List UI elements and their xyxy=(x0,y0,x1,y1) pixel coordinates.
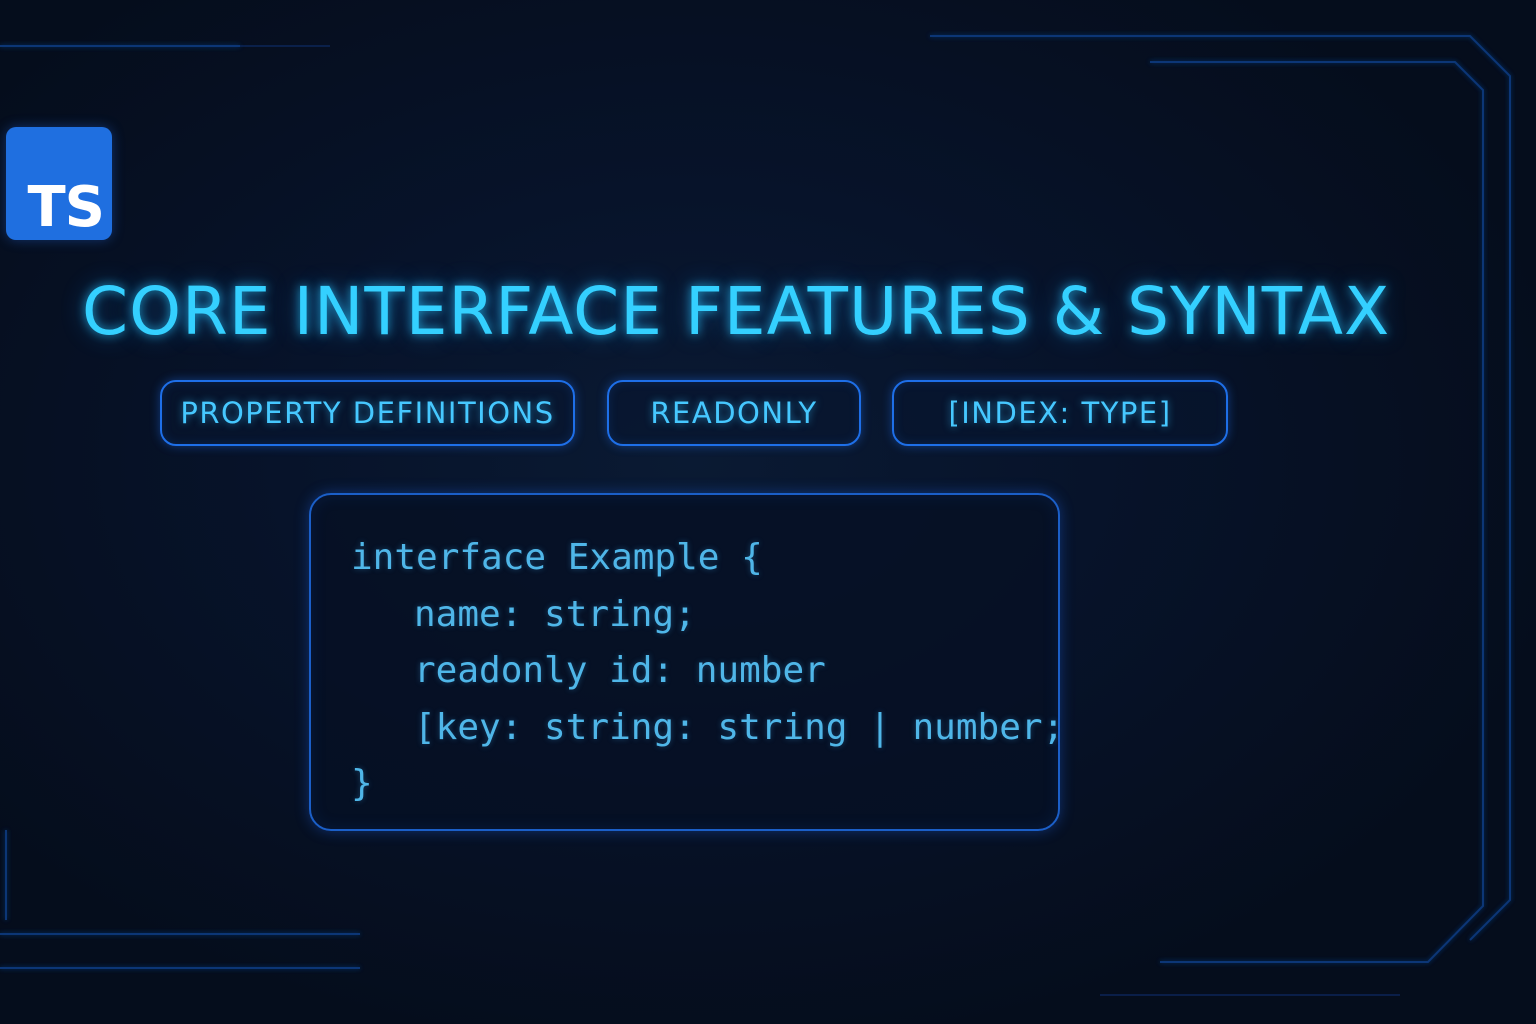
code-line: name: string; xyxy=(414,594,696,635)
code-line: interface Example { xyxy=(351,537,763,578)
slide: TS CORE INTERFACE FEATURES & SYNTAX PROP… xyxy=(0,0,1536,1024)
chip-readonly: READONLY xyxy=(607,380,861,446)
chip-property-definitions: PROPERTY DEFINITIONS xyxy=(160,380,575,446)
logo-text: TS xyxy=(27,175,105,240)
code-line: readonly id: number xyxy=(414,650,826,691)
code-block: interface Example { name: string; readon… xyxy=(309,493,1064,831)
code-line: [key: string: string | number; xyxy=(414,707,1065,748)
chip-index-type: [INDEX: TYPE] xyxy=(892,380,1228,446)
page-title: CORE INTERFACE FEATURES & SYNTAX xyxy=(82,273,1391,350)
code-line: } xyxy=(351,763,373,804)
typescript-logo: TS xyxy=(6,127,112,240)
